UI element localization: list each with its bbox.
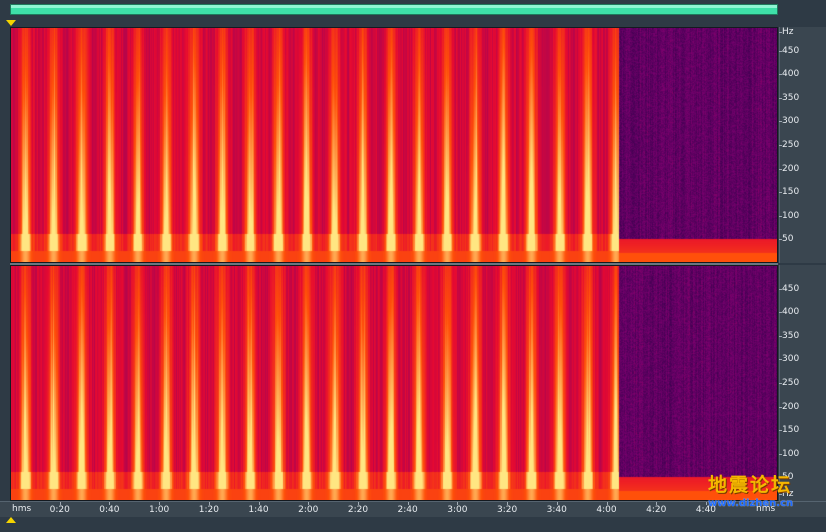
spectrogram-canvas-2[interactable]: [11, 266, 777, 500]
freq-tick-label: 200: [778, 401, 800, 412]
scroll-marker-top-icon[interactable]: [6, 20, 16, 26]
freq-tick-label: 350: [778, 330, 800, 341]
watermark-url: www.dizhen.cn: [708, 498, 794, 509]
freq-tick-label: 150: [778, 187, 800, 198]
time-tick-label: 1:40: [248, 505, 269, 515]
time-tick-label: 1:20: [198, 505, 219, 515]
watermark-logo: 地震论坛 www.dizhen.cn: [708, 470, 826, 510]
time-tick-label: 4:20: [646, 505, 667, 515]
time-tick-label: 0:40: [99, 505, 120, 515]
time-tick-label: 3:00: [447, 505, 468, 515]
time-tick-label: 2:40: [397, 505, 418, 515]
scroll-marker-bottom-icon[interactable]: [6, 517, 16, 523]
freq-tick-label: 300: [778, 354, 800, 365]
freq-tick-label: 250: [778, 140, 800, 150]
time-tick-label: 4:00: [596, 505, 617, 515]
time-tick-label: 3:20: [496, 505, 518, 515]
time-tick-label: 2:00: [298, 505, 319, 515]
spectrogram-canvas-1[interactable]: [11, 28, 777, 262]
freq-tick-label: 350: [778, 92, 800, 103]
overview-highlight: [11, 5, 777, 8]
time-unit-left: hms: [12, 504, 32, 514]
frequency-axis-2: Hz 450 400 350 300 250 200 150 100 50: [778, 265, 826, 501]
freq-tick-label: 50: [778, 234, 794, 245]
freq-tick-label: 450: [778, 45, 800, 56]
freq-tick-label: 150: [778, 425, 800, 436]
time-tick-label: 0:20: [49, 505, 70, 515]
time-tick-label: 2:20: [347, 505, 369, 515]
freq-tick-label: 300: [778, 116, 800, 127]
watermark-text: 地震论坛: [708, 474, 793, 496]
time-tick-label: 3:40: [546, 505, 567, 515]
freq-tick-label: 250: [778, 378, 800, 388]
bottom-scroll-strip[interactable]: [0, 517, 826, 532]
freq-tick-label: 400: [778, 307, 800, 318]
freq-tick-label: 450: [778, 283, 800, 294]
time-ruler[interactable]: 0:20 0:40 1:00 1:20 1:40 2:00 2:20 2:40 3:00 3:20…: [0, 501, 826, 518]
freq-tick-label: 400: [778, 69, 800, 80]
freq-tick-label: 200: [778, 163, 800, 174]
frequency-axis-1: Hz 450 400 350 300 250 200 150 100 50: [778, 27, 826, 263]
overview-waveform-bar[interactable]: [10, 4, 778, 15]
spectrogram-channel-1[interactable]: [10, 27, 778, 263]
spectrogram-channel-2[interactable]: [10, 265, 778, 501]
freq-unit-label: Hz: [779, 27, 794, 37]
freq-tick-label: 100: [778, 210, 800, 221]
time-tick-label: 1:00: [149, 505, 170, 515]
freq-tick-label: 100: [778, 448, 800, 459]
